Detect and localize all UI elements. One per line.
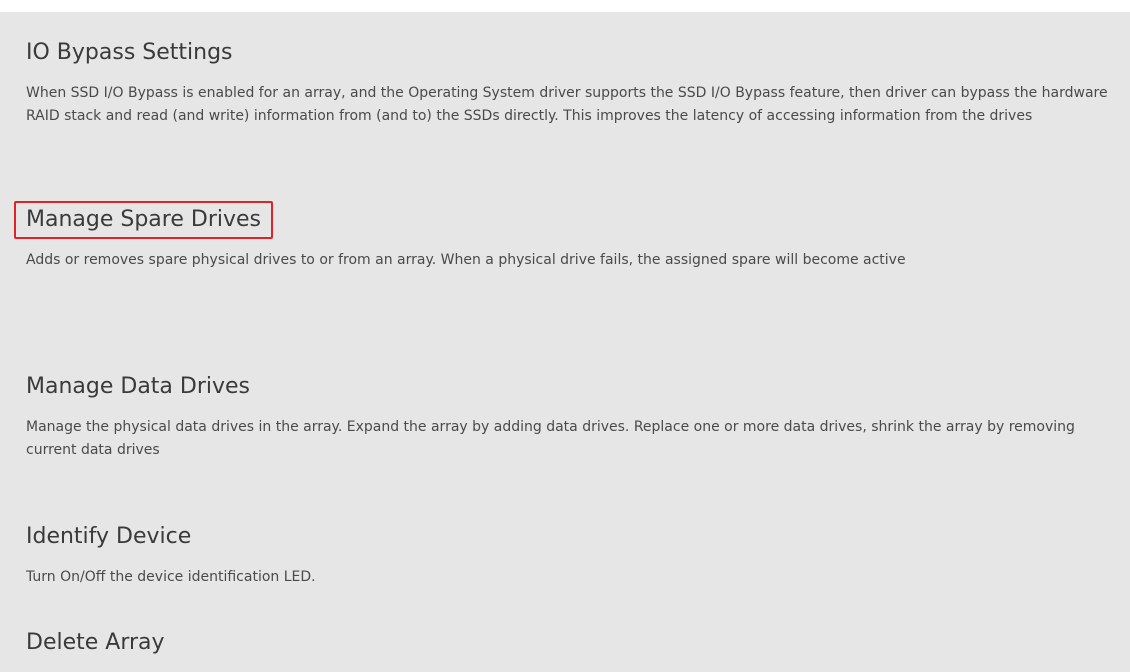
- menu-item-description: Adds or removes spare physical drives to…: [26, 252, 906, 268]
- menu-item-identify-device[interactable]: Identify Device Turn On/Off the device i…: [14, 518, 1116, 589]
- menu-item-title: Identify Device: [26, 524, 192, 549]
- menu-item-description: Turn On/Off the device identification LE…: [26, 569, 316, 585]
- menu-item-delete-array[interactable]: Delete Array: [14, 624, 1116, 662]
- menu-item-title: Delete Array: [26, 630, 165, 655]
- menu-item-title: Manage Data Drives: [26, 374, 251, 399]
- menu-item-io-bypass-settings[interactable]: IO Bypass Settings When SSD I/O Bypass i…: [14, 34, 1116, 128]
- array-actions-menu: IO Bypass Settings When SSD I/O Bypass i…: [0, 12, 1130, 672]
- menu-item-manage-data-drives[interactable]: Manage Data Drives Manage the physical d…: [14, 368, 1116, 462]
- menu-item-description: When SSD I/O Bypass is enabled for an ar…: [26, 85, 1108, 124]
- menu-item-title: IO Bypass Settings: [26, 40, 233, 65]
- menu-item-title: Manage Spare Drives: [14, 201, 273, 239]
- menu-item-manage-spare-drives[interactable]: Manage Spare Drives Adds or removes spar…: [14, 201, 1116, 272]
- menu-item-description: Manage the physical data drives in the a…: [26, 419, 1075, 458]
